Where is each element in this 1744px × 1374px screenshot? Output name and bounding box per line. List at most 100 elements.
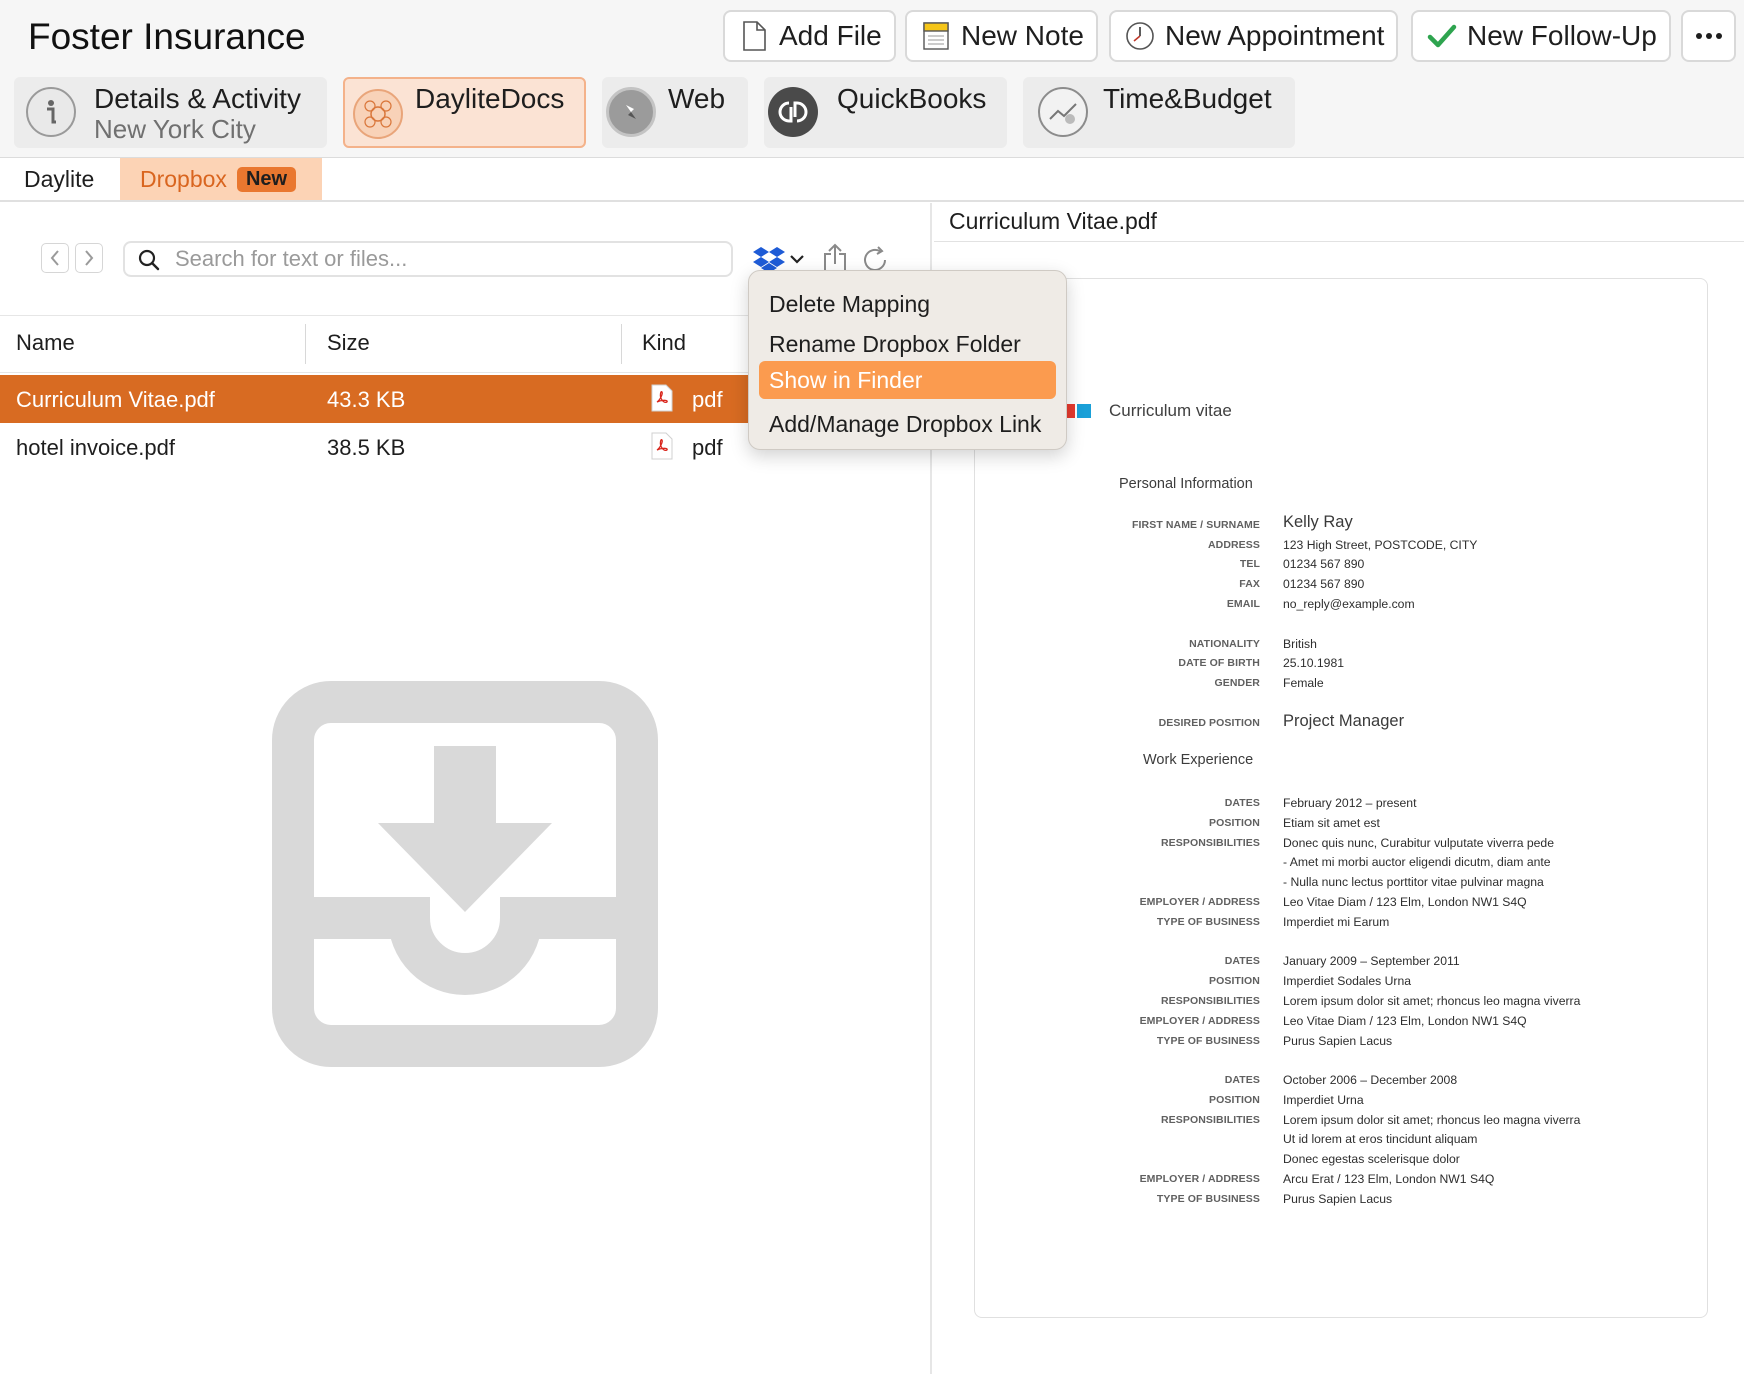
cv-label: EMAIL xyxy=(1226,598,1260,610)
cv-value: - Nulla nunc lectus porttitor vitae pulv… xyxy=(1283,875,1544,889)
cv-value: Donec quis nunc, Curabitur vulputate viv… xyxy=(1283,836,1554,850)
tab-web[interactable]: Web xyxy=(602,77,748,148)
cv-value: - Amet mi morbi auctor eligendi dicutm, … xyxy=(1283,855,1551,869)
file-name: Curriculum Vitae.pdf xyxy=(16,387,215,412)
subtab-dropbox-label: Dropbox xyxy=(140,165,227,192)
back-button[interactable] xyxy=(41,243,69,273)
search-box[interactable] xyxy=(123,241,733,277)
new-follow-up-button[interactable]: New Follow-Up xyxy=(1411,10,1671,62)
header-bar: Foster Insurance Add File New Note New A… xyxy=(0,0,1744,158)
file-kind: pdf xyxy=(692,435,723,460)
new-note-label: New Note xyxy=(961,20,1084,51)
dropbox-icon xyxy=(753,247,785,273)
column-header-kind[interactable]: Kind xyxy=(642,330,686,356)
time-budget-icon xyxy=(1038,87,1088,137)
cv-value: January 2009 – September 2011 xyxy=(1283,954,1460,968)
tab-quickbooks[interactable]: QuickBooks xyxy=(764,77,1007,148)
info-icon xyxy=(26,87,76,137)
cv-label: RESPONSIBILITIES xyxy=(1160,1114,1260,1126)
cv-value: 01234 567 890 xyxy=(1283,577,1365,591)
add-file-button[interactable]: Add File xyxy=(723,10,896,62)
cv-label: NATIONALITY xyxy=(1189,638,1260,650)
cv-logo-mark xyxy=(1066,404,1075,418)
cv-value: Donec egestas scelerisque dolor xyxy=(1283,1152,1460,1166)
more-button[interactable] xyxy=(1681,10,1736,62)
cv-value: 123 High Street, POSTCODE, CITY xyxy=(1283,538,1478,552)
tab-daylitedocs[interactable]: DayliteDocs xyxy=(343,77,586,148)
divider xyxy=(934,241,1744,242)
cv-label: TYPE OF BUSINESS xyxy=(1156,916,1260,928)
cv-section-title: Personal Information xyxy=(1119,476,1253,492)
cv-value: Purus Sapien Lacus xyxy=(1283,1034,1393,1048)
menu-item-show-in-finder[interactable]: Show in Finder xyxy=(759,361,1056,399)
tab-time-budget[interactable]: Time&Budget xyxy=(1023,77,1295,148)
subtab-dropbox[interactable]: Dropbox New xyxy=(120,158,322,200)
new-appointment-button[interactable]: New Appointment xyxy=(1109,10,1399,62)
cv-value: British xyxy=(1283,637,1317,651)
cv-value: Kelly Ray xyxy=(1283,513,1353,531)
cv-label: FAX xyxy=(1239,578,1260,590)
menu-item-add-manage-dropbox-link[interactable]: Add/Manage Dropbox Link xyxy=(759,405,1056,443)
cv-label: TYPE OF BUSINESS xyxy=(1156,1035,1260,1047)
tab-details-activity-sublabel: New York City xyxy=(94,114,256,144)
new-badge: New xyxy=(236,166,297,192)
forward-button[interactable] xyxy=(75,243,103,273)
cv-value: Female xyxy=(1283,676,1324,690)
file-size: 38.5 KB xyxy=(327,435,406,460)
menu-item-delete-mapping[interactable]: Delete Mapping xyxy=(759,285,1056,323)
column-header-name[interactable]: Name xyxy=(16,330,75,356)
tab-time-budget-label: Time&Budget xyxy=(1103,83,1272,114)
search-input[interactable] xyxy=(175,245,720,273)
column-header-size[interactable]: Size xyxy=(327,330,370,356)
tab-web-label: Web xyxy=(668,83,726,114)
cv-value: Imperdiet Urna xyxy=(1283,1093,1364,1107)
menu-item-rename-dropbox-folder[interactable]: Rename Dropbox Folder xyxy=(759,325,1056,363)
new-note-button[interactable]: New Note xyxy=(905,10,1098,62)
ellipsis-icon xyxy=(1694,33,1724,39)
cv-value: Lorem ipsum dolor sit amet; rhoncus leo … xyxy=(1283,1113,1581,1127)
cv-value: Imperdiet Sodales Urna xyxy=(1283,974,1412,988)
chevron-right-icon xyxy=(85,250,94,266)
document-icon xyxy=(739,21,769,51)
tab-details-activity[interactable]: Details & Activity New York City xyxy=(14,77,327,148)
cv-label: EMPLOYER / ADDRESS xyxy=(1139,1015,1260,1027)
file-kind: pdf xyxy=(692,387,723,412)
preview-title: Curriculum Vitae.pdf xyxy=(949,208,1157,234)
chevron-down-icon xyxy=(790,255,804,264)
subtab-daylite[interactable]: Daylite xyxy=(0,158,120,200)
file-size: 43.3 KB xyxy=(327,387,406,412)
cv-label: EMPLOYER / ADDRESS xyxy=(1139,1173,1260,1185)
cv-label: EMPLOYER / ADDRESS xyxy=(1139,896,1260,908)
cv-value: Etiam sit amet est xyxy=(1283,816,1380,830)
new-appointment-label: New Appointment xyxy=(1165,20,1385,51)
note-icon xyxy=(921,21,951,51)
cv-value: Purus Sapien Lacus xyxy=(1283,1192,1393,1206)
cv-value: Project Manager xyxy=(1283,712,1405,730)
cv-label: POSITION xyxy=(1209,975,1260,987)
dropbox-context-menu: Delete Mapping Rename Dropbox Folder Sho… xyxy=(748,270,1067,450)
cv-logo-mark xyxy=(1077,404,1091,418)
column-divider[interactable] xyxy=(621,324,622,364)
cv-value: 25.10.1981 xyxy=(1283,656,1344,670)
compass-icon xyxy=(606,87,656,137)
cv-label: ADDRESS xyxy=(1207,539,1260,551)
cv-section-title: Work Experience xyxy=(1143,752,1254,768)
app-title: Foster Insurance xyxy=(28,16,306,57)
cv-label: DATES xyxy=(1224,797,1260,809)
tab-details-activity-label: Details & Activity xyxy=(94,83,301,114)
cv-label: DATES xyxy=(1224,955,1260,967)
cv-value: Leo Vitae Diam / 123 Elm, London NW1 S4Q xyxy=(1283,1014,1527,1028)
chevron-left-icon xyxy=(50,250,59,266)
cv-value: Arcu Erat / 123 Elm, London NW1 S4Q xyxy=(1283,1172,1495,1186)
subtab-daylite-label: Daylite xyxy=(24,165,95,192)
cv-label: FIRST NAME / SURNAME xyxy=(1132,519,1260,531)
file-name: hotel invoice.pdf xyxy=(16,435,175,460)
cv-label: POSITION xyxy=(1209,1094,1260,1106)
column-divider[interactable] xyxy=(305,324,306,364)
cv-value: Leo Vitae Diam / 123 Elm, London NW1 S4Q xyxy=(1283,895,1527,909)
cv-value: Ut id lorem at eros tincidunt aliquam xyxy=(1283,1132,1478,1146)
cv-value: Lorem ipsum dolor sit amet; rhoncus leo … xyxy=(1283,994,1581,1008)
clock-icon xyxy=(1125,21,1155,51)
add-file-label: Add File xyxy=(779,20,882,51)
cv-value: February 2012 – present xyxy=(1283,796,1417,810)
